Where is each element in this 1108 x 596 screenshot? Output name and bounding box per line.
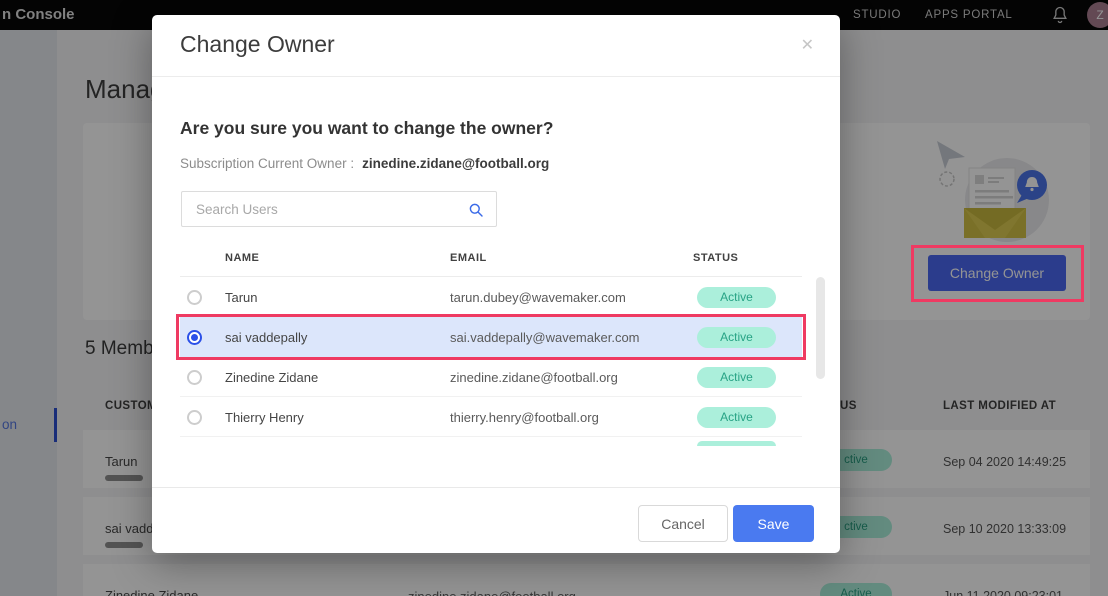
save-button[interactable]: Save <box>733 505 814 542</box>
change-owner-modal: Change Owner ✕ Are you sure you want to … <box>152 15 840 553</box>
confirm-question: Are you sure you want to change the owne… <box>180 118 553 139</box>
search-users-input[interactable] <box>182 192 496 226</box>
change-owner-annotation-box <box>911 245 1084 302</box>
user-email: sai.vaddepally@wavemaker.com <box>450 330 640 345</box>
users-table-header: NAME EMAIL STATUS <box>180 240 802 277</box>
radio-unselected[interactable] <box>187 370 202 385</box>
user-row[interactable]: Thierry Henry thierry.henry@football.org… <box>180 397 802 437</box>
user-name: Zinedine Zidane <box>225 370 318 385</box>
radio-unselected[interactable] <box>187 290 202 305</box>
close-icon[interactable]: ✕ <box>801 35 814 55</box>
modal-header: Change Owner ✕ <box>152 15 840 77</box>
user-status-badge: Active <box>697 407 776 428</box>
modal-footer: Cancel Save <box>152 487 840 553</box>
cancel-button[interactable]: Cancel <box>638 505 728 542</box>
current-owner-email: zinedine.zidane@football.org <box>362 156 549 171</box>
user-row[interactable]: Zinedine Zidane zinedine.zidane@football… <box>180 357 802 397</box>
user-row[interactable]: Tarun tarun.dubey@wavemaker.com Active <box>180 277 802 317</box>
user-status-badge: Active <box>697 327 776 348</box>
partial-next-row-badge <box>697 441 776 446</box>
screen: n Console STUDIO APPS PORTAL Z on Manag <box>0 0 1108 596</box>
search-box <box>181 191 497 227</box>
user-name: sai vaddepally <box>225 330 307 345</box>
user-status-badge: Active <box>697 287 776 308</box>
user-email: tarun.dubey@wavemaker.com <box>450 290 626 305</box>
radio-selected[interactable] <box>187 330 202 345</box>
current-owner-label: Subscription Current Owner : <box>180 156 354 171</box>
user-name: Tarun <box>225 290 258 305</box>
user-status-badge: Active <box>697 367 776 388</box>
users-scrollbar-thumb[interactable] <box>816 277 825 379</box>
user-row-selected[interactable]: sai vaddepally sai.vaddepally@wavemaker.… <box>180 317 802 357</box>
user-email: thierry.henry@football.org <box>450 410 599 425</box>
user-name: Thierry Henry <box>225 410 304 425</box>
radio-unselected[interactable] <box>187 410 202 425</box>
current-owner-line: Subscription Current Owner : zinedine.zid… <box>180 156 549 171</box>
col-header-status: STATUS <box>693 252 738 264</box>
search-icon[interactable] <box>468 202 484 218</box>
col-header-email: EMAIL <box>450 252 487 264</box>
col-header-name: NAME <box>225 252 259 264</box>
user-email: zinedine.zidane@football.org <box>450 370 618 385</box>
modal-title: Change Owner <box>180 31 335 58</box>
